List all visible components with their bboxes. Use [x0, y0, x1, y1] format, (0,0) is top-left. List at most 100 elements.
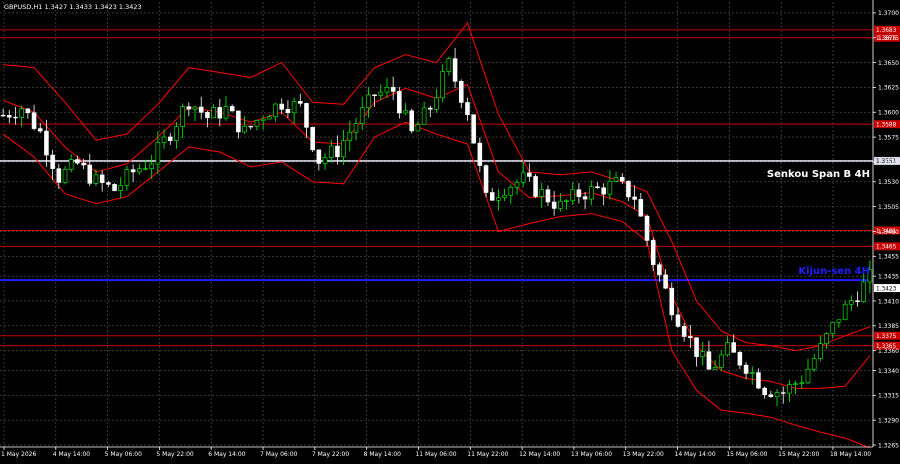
candle-body — [787, 384, 792, 394]
candle-body — [452, 58, 458, 82]
chart-svg: 1.36831.36751.35881.35511.34811.34651.33… — [0, 0, 900, 460]
candle-body — [768, 394, 774, 397]
candle-body — [632, 196, 637, 200]
candle-body — [99, 174, 105, 183]
y-tick-label: 1.3650 — [878, 60, 899, 67]
candle-body — [818, 343, 823, 359]
candle-body — [143, 168, 148, 170]
y-tick-label: 1.3385 — [878, 323, 899, 330]
y-tick-label: 1.3505 — [878, 204, 899, 211]
level-price-label: 1.3588 — [876, 122, 897, 128]
candle-body — [712, 366, 718, 370]
candle-body — [514, 181, 520, 188]
candle-body — [384, 86, 390, 93]
candle-body — [663, 274, 668, 289]
candle-body — [558, 201, 563, 209]
y-tick-label: 1.3530 — [878, 179, 899, 186]
candle-body — [267, 116, 272, 120]
candle-body — [613, 176, 619, 182]
candle-body — [328, 145, 334, 159]
x-tick-label: 13 May 06:00 — [571, 451, 612, 458]
candle-body — [731, 342, 736, 353]
x-tick-label: 5 May 22:00 — [156, 451, 194, 458]
candle-body — [477, 142, 483, 166]
candle-body — [539, 189, 545, 197]
candle-body — [607, 180, 613, 195]
x-tick-label: 7 May 22:00 — [312, 451, 350, 458]
candle-body — [254, 120, 260, 127]
candle-body — [304, 103, 309, 128]
x-tick-label: 13 May 22:00 — [623, 451, 664, 458]
candle-body — [780, 392, 786, 394]
candle-body — [428, 107, 433, 110]
candle-body — [161, 136, 167, 143]
candle-body — [137, 168, 142, 173]
candle-body — [601, 187, 606, 195]
candle-body — [619, 176, 625, 182]
candle-body — [366, 94, 371, 109]
candle-body — [44, 130, 49, 156]
candle-body — [855, 300, 860, 302]
candle-body — [657, 264, 662, 276]
candle-body — [836, 319, 842, 323]
candle-body — [236, 110, 241, 133]
candle-body — [112, 184, 117, 191]
candle-body — [285, 109, 291, 114]
x-tick-label: 12 May 14:00 — [519, 451, 560, 458]
y-tick-label: 1.3675 — [878, 35, 899, 42]
y-tick-label: 1.3265 — [878, 442, 899, 449]
candle-body — [25, 108, 31, 114]
candle-body — [681, 326, 687, 337]
candle-body — [291, 101, 297, 114]
candle-body — [496, 197, 501, 201]
candle-body — [205, 112, 210, 119]
level-price-label: 1.3375 — [876, 334, 897, 340]
candle-body — [403, 110, 408, 114]
candle-body — [217, 107, 223, 119]
y-tick-label: 1.3360 — [878, 348, 899, 355]
annotation-label: Senkou Span B 4H — [767, 169, 870, 180]
x-tick-label: 14 May 14:00 — [675, 451, 716, 458]
candle-body — [465, 102, 470, 116]
candle-body — [19, 108, 24, 118]
candle-body — [421, 107, 427, 125]
candle-body — [347, 131, 353, 142]
candle-body — [279, 103, 284, 110]
x-tick-label: 4 May 14:00 — [53, 451, 91, 458]
x-tick-label: 11 May 22:00 — [467, 451, 508, 458]
y-tick-label: 1.3480 — [878, 229, 899, 236]
candle-body — [229, 106, 235, 112]
x-tick-label: 5 May 06:00 — [105, 451, 143, 458]
candle-body — [223, 106, 229, 119]
candle-body — [688, 336, 693, 338]
candle-body — [130, 169, 136, 173]
x-tick-label: 15 May 06:00 — [726, 451, 767, 458]
candle-body — [242, 125, 247, 133]
candle-body — [186, 106, 192, 110]
candle-body — [595, 186, 600, 189]
candle-body — [861, 281, 866, 302]
x-tick-label: 1 May 2026 — [1, 451, 36, 458]
y-tick-label: 1.3625 — [878, 85, 899, 92]
candle-body — [341, 140, 346, 158]
x-tick-label: 15 May 22:00 — [778, 451, 819, 458]
candle-body — [180, 106, 185, 127]
candle-body — [737, 352, 743, 366]
candle-body — [799, 382, 805, 385]
candle-body — [378, 91, 384, 96]
candle-body — [762, 387, 767, 396]
candle-body — [106, 182, 111, 185]
candle-body — [700, 351, 706, 357]
candle-body — [149, 163, 154, 169]
candle-body — [62, 169, 68, 183]
candle-body — [520, 172, 526, 183]
level-price-label: 1.3683 — [876, 28, 897, 34]
x-tick-label: 11 May 06:00 — [415, 451, 456, 458]
candle-body — [68, 159, 74, 170]
chart: 1.3683 1.3675 1.3588 1.3551 1.3481 1.3465 1.33… — [0, 0, 900, 460]
candle-body — [576, 189, 582, 197]
candle-body — [322, 157, 328, 164]
candle-body — [706, 351, 712, 370]
candle-body — [694, 337, 699, 357]
candle-body — [743, 364, 749, 374]
